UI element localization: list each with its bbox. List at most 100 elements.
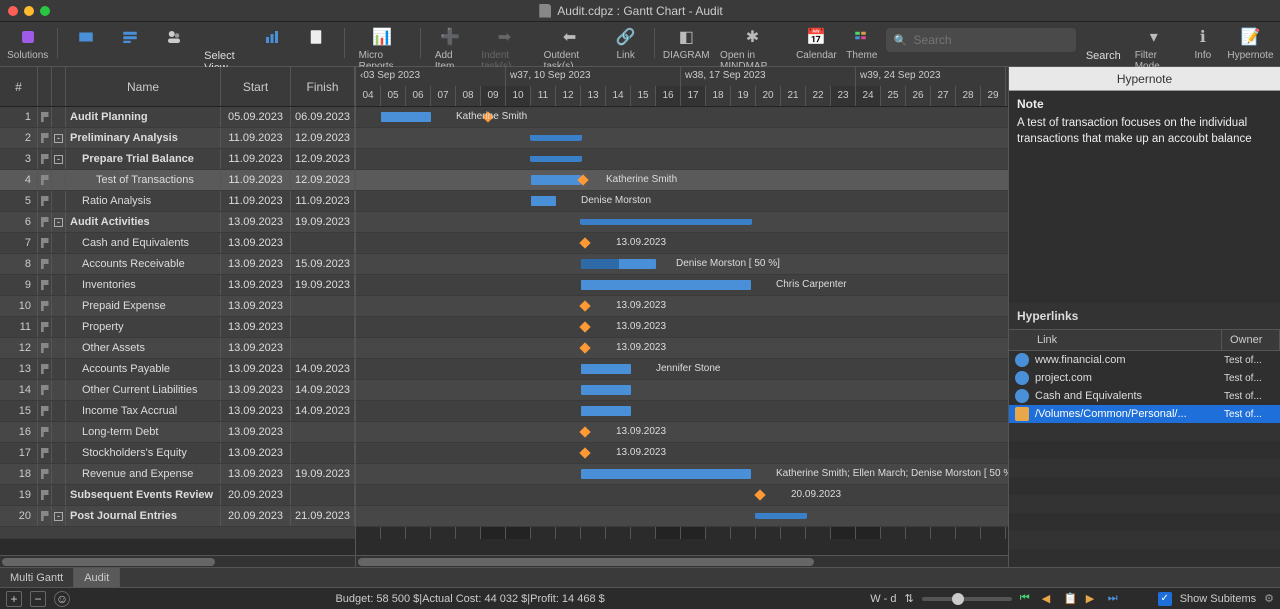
- gantt-row[interactable]: [356, 401, 1008, 422]
- zoom-out-button[interactable]: −: [30, 591, 46, 607]
- task-finish[interactable]: 21.09.2023: [291, 506, 355, 526]
- task-row[interactable]: 5Ratio Analysis11.09.202311.09.2023: [0, 191, 355, 212]
- expand-toggle[interactable]: -: [52, 149, 66, 169]
- expand-toggle[interactable]: [52, 107, 66, 127]
- col-header-start[interactable]: Start: [221, 67, 291, 106]
- task-name[interactable]: Prepaid Expense: [66, 296, 221, 316]
- task-row[interactable]: 12Other Assets13.09.2023: [0, 338, 355, 359]
- task-name[interactable]: Test of Transactions: [66, 170, 221, 190]
- flag-cell[interactable]: [38, 380, 52, 400]
- zoom-in-button[interactable]: +: [6, 591, 22, 607]
- summary-bar[interactable]: [531, 156, 581, 162]
- task-start[interactable]: 05.09.2023: [221, 107, 291, 127]
- hyperlink-row[interactable]: /Volumes/Common/Personal/...Test of...: [1009, 405, 1280, 423]
- task-finish[interactable]: [291, 443, 355, 463]
- expand-toggle[interactable]: [52, 359, 66, 379]
- calendar-button[interactable]: 📅Calendar: [795, 24, 838, 63]
- task-name[interactable]: Other Assets: [66, 338, 221, 358]
- day-header[interactable]: 20: [756, 86, 781, 106]
- flag-cell[interactable]: [38, 191, 52, 211]
- search-input-wrapper[interactable]: 🔍: [886, 28, 1076, 52]
- task-start[interactable]: 11.09.2023: [221, 128, 291, 148]
- gantt-row[interactable]: 13.09.2023: [356, 338, 1008, 359]
- flag-cell[interactable]: [38, 464, 52, 484]
- nav-first-icon[interactable]: ⏮: [1020, 592, 1034, 606]
- task-name[interactable]: Revenue and Expense: [66, 464, 221, 484]
- task-row[interactable]: 16Long-term Debt13.09.2023: [0, 422, 355, 443]
- task-finish[interactable]: 14.09.2023: [291, 359, 355, 379]
- minimize-window-button[interactable]: [24, 6, 34, 16]
- flag-cell[interactable]: [38, 233, 52, 253]
- task-name[interactable]: Income Tax Accrual: [66, 401, 221, 421]
- gantt-row[interactable]: [356, 128, 1008, 149]
- day-header[interactable]: 26: [906, 86, 931, 106]
- day-header[interactable]: 10: [506, 86, 531, 106]
- task-row[interactable]: 9Inventories13.09.202319.09.2023: [0, 275, 355, 296]
- task-name[interactable]: Inventories: [66, 275, 221, 295]
- task-name[interactable]: Accounts Payable: [66, 359, 221, 379]
- task-row[interactable]: 20-Post Journal Entries20.09.202321.09.2…: [0, 506, 355, 527]
- day-header[interactable]: 18: [706, 86, 731, 106]
- task-finish[interactable]: 12.09.2023: [291, 170, 355, 190]
- expand-toggle[interactable]: -: [52, 128, 66, 148]
- task-finish[interactable]: [291, 485, 355, 505]
- day-header[interactable]: 22: [806, 86, 831, 106]
- expand-toggle[interactable]: [52, 317, 66, 337]
- settings-icon[interactable]: ⚙: [1264, 592, 1274, 605]
- day-header[interactable]: 11: [531, 86, 556, 106]
- grid-horizontal-scrollbar[interactable]: [0, 555, 355, 567]
- gantt-row[interactable]: Jennifer Stone: [356, 359, 1008, 380]
- new-button[interactable]: [66, 24, 106, 50]
- flag-cell[interactable]: [38, 149, 52, 169]
- day-header[interactable]: 09: [481, 86, 506, 106]
- task-row[interactable]: 6-Audit Activities13.09.202319.09.2023: [0, 212, 355, 233]
- info-button[interactable]: ℹInfo: [1183, 24, 1223, 63]
- day-header[interactable]: 04: [356, 86, 381, 106]
- flag-cell[interactable]: [38, 485, 52, 505]
- expand-toggle[interactable]: [52, 233, 66, 253]
- milestone-diamond[interactable]: [579, 342, 590, 353]
- flag-cell[interactable]: [38, 296, 52, 316]
- col-header-flag[interactable]: [38, 67, 52, 106]
- gantt-row[interactable]: Denise Morston [ 50 %]: [356, 254, 1008, 275]
- milestone-diamond[interactable]: [754, 489, 765, 500]
- day-header[interactable]: 29: [981, 86, 1006, 106]
- task-finish[interactable]: 12.09.2023: [291, 128, 355, 148]
- day-header[interactable]: 07: [431, 86, 456, 106]
- day-header[interactable]: 14: [606, 86, 631, 106]
- task-bar[interactable]: [581, 469, 751, 479]
- milestone-diamond[interactable]: [579, 300, 590, 311]
- flag-cell[interactable]: [38, 275, 52, 295]
- task-row[interactable]: 14Other Current Liabilities13.09.202314.…: [0, 380, 355, 401]
- task-start[interactable]: 11.09.2023: [221, 191, 291, 211]
- expand-toggle[interactable]: -: [52, 212, 66, 232]
- task-start[interactable]: 20.09.2023: [221, 506, 291, 526]
- gantt-row[interactable]: Katherine Smith: [356, 107, 1008, 128]
- task-start[interactable]: 13.09.2023: [221, 233, 291, 253]
- hyperlink-row[interactable]: project.comTest of...: [1009, 369, 1280, 387]
- clipboard-icon[interactable]: 📋: [1064, 592, 1078, 606]
- task-finish[interactable]: 19.09.2023: [291, 464, 355, 484]
- task-row[interactable]: 10Prepaid Expense13.09.2023: [0, 296, 355, 317]
- gantt-row[interactable]: Katherine Smith: [356, 170, 1008, 191]
- day-header[interactable]: 16: [656, 86, 681, 106]
- hyperlink-row[interactable]: www.financial.comTest of...: [1009, 351, 1280, 369]
- task-start[interactable]: 13.09.2023: [221, 275, 291, 295]
- task-start[interactable]: 11.09.2023: [221, 149, 291, 169]
- task-finish[interactable]: [291, 422, 355, 442]
- nav-last-icon[interactable]: ⏭: [1108, 592, 1122, 606]
- flag-cell[interactable]: [38, 254, 52, 274]
- week-header[interactable]: w39, 24 Sep 2023: [856, 67, 1006, 86]
- gantt-row[interactable]: 13.09.2023: [356, 233, 1008, 254]
- hypernote-tab[interactable]: Hypernote: [1009, 67, 1280, 91]
- week-header[interactable]: w37, 10 Sep 2023: [506, 67, 681, 86]
- task-finish[interactable]: 14.09.2023: [291, 401, 355, 421]
- gantt-row[interactable]: 13.09.2023: [356, 422, 1008, 443]
- task-start[interactable]: 11.09.2023: [221, 170, 291, 190]
- task-start[interactable]: 13.09.2023: [221, 359, 291, 379]
- task-start[interactable]: 13.09.2023: [221, 464, 291, 484]
- zoom-slider[interactable]: [922, 597, 1012, 601]
- task-row[interactable]: 1Audit Planning05.09.202306.09.2023: [0, 107, 355, 128]
- gantt-chart[interactable]: ‹03 Sep 2023w37, 10 Sep 2023w38, 17 Sep …: [356, 67, 1008, 567]
- day-header[interactable]: 05: [381, 86, 406, 106]
